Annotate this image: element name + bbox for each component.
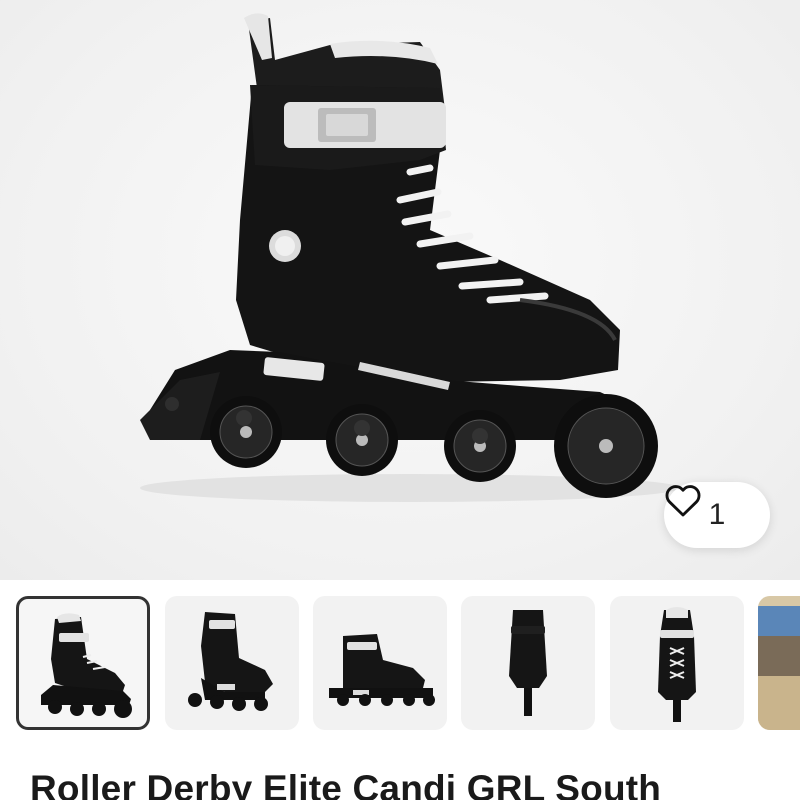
product-title: Roller Derby Elite Candi GRL South	[30, 768, 662, 800]
skate-thumbnail-image	[41, 613, 132, 718]
thumbnail-angled-view[interactable]	[165, 596, 299, 730]
like-count: 1	[708, 498, 726, 531]
lifestyle-thumbnail-image	[758, 596, 800, 730]
like-button[interactable]: 1	[664, 482, 770, 548]
thumbnail-low-side-view[interactable]	[313, 596, 447, 730]
thumbnail-strip[interactable]	[0, 580, 800, 750]
thumbnail-front-view[interactable]	[610, 596, 744, 730]
thumbnail-side-view[interactable]	[16, 596, 150, 730]
thumbnail-back-view[interactable]	[461, 596, 595, 730]
product-main-image[interactable]: 1	[0, 0, 800, 580]
skate-thumbnail-image	[509, 610, 547, 716]
thumbnail-lifestyle-photo[interactable]	[758, 596, 800, 730]
skate-thumbnail-image	[188, 612, 273, 711]
skate-thumbnail-image	[658, 607, 696, 722]
skate-thumbnail-image	[329, 634, 435, 706]
heart-outline-icon	[665, 485, 701, 517]
